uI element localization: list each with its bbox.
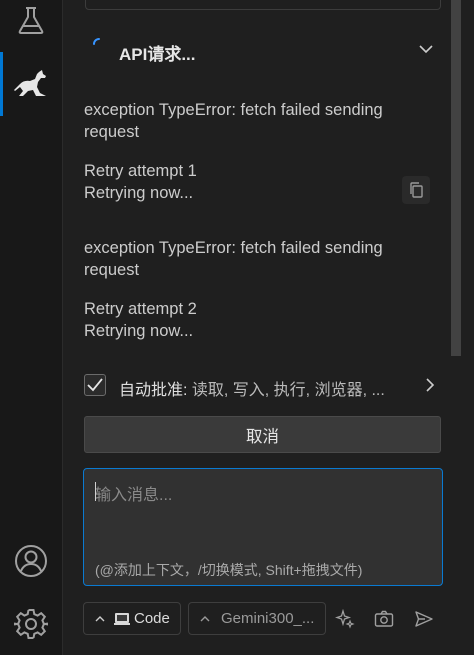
chevron-right-icon[interactable] [422, 377, 438, 393]
chat-input-box[interactable]: 输入消息... (@添加上下文，/切换模式, Shift+拖拽文件) [83, 468, 443, 586]
error-message: exception TypeError: fetch failed sendin… [84, 239, 383, 279]
send-icon[interactable] [414, 609, 434, 629]
auto-approve-label: 自动批准: 读取, 写入, 执行, 浏览器, ... [119, 376, 385, 400]
activity-bar [0, 0, 63, 655]
api-request-header[interactable]: API请求... [85, 32, 441, 68]
mode-selector[interactable]: Code [83, 602, 181, 635]
input-hint: (@添加上下文，/切换模式, Shift+拖拽文件) [95, 562, 363, 578]
retrying-now-label: Retrying now... [84, 322, 194, 340]
cancel-button[interactable]: 取消 [84, 416, 441, 453]
text-caret [95, 482, 96, 501]
sparkle-icon[interactable] [335, 609, 355, 629]
account-icon[interactable] [11, 541, 51, 581]
auto-approve-row[interactable]: 自动批准: 读取, 写入, 执行, 浏览器, ... [84, 374, 444, 400]
retry-attempt-label: Retry attempt 2 [84, 300, 197, 318]
scrollbar-thumb[interactable] [451, 0, 461, 356]
auto-approve-title: 自动批准: [119, 382, 188, 399]
model-label: Gemini300_... [221, 610, 315, 627]
checkmark-icon [87, 378, 103, 392]
flask-icon[interactable] [11, 0, 51, 40]
camera-icon[interactable] [374, 609, 394, 629]
copy-icon [410, 182, 423, 198]
retrying-now-label: Retrying now... [84, 184, 194, 202]
auto-approve-checkbox[interactable] [84, 374, 106, 396]
message-input[interactable]: 输入消息... [95, 481, 172, 505]
settings-gear-icon[interactable] [11, 604, 51, 644]
auto-approve-value: 读取, 写入, 执行, 浏览器, ... [187, 382, 385, 399]
chevron-up-icon [95, 615, 105, 621]
copy-button[interactable] [402, 176, 430, 204]
error-message: exception TypeError: fetch failed sendin… [84, 101, 383, 141]
mode-label: Code [134, 610, 170, 627]
spinner-icon [93, 38, 100, 45]
previous-message-box [85, 0, 441, 10]
model-selector[interactable]: Gemini300_... [188, 602, 326, 635]
api-request-title: API请求... [119, 45, 196, 64]
retry-attempt-label: Retry attempt 1 [84, 162, 197, 180]
bottom-toolbar: Code Gemini300_... [83, 602, 443, 636]
active-indicator [0, 52, 3, 116]
chevron-down-icon[interactable] [417, 40, 435, 58]
chevron-up-icon [200, 615, 210, 621]
terminal-icon [114, 612, 130, 625]
kangaroo-icon[interactable] [11, 64, 51, 104]
